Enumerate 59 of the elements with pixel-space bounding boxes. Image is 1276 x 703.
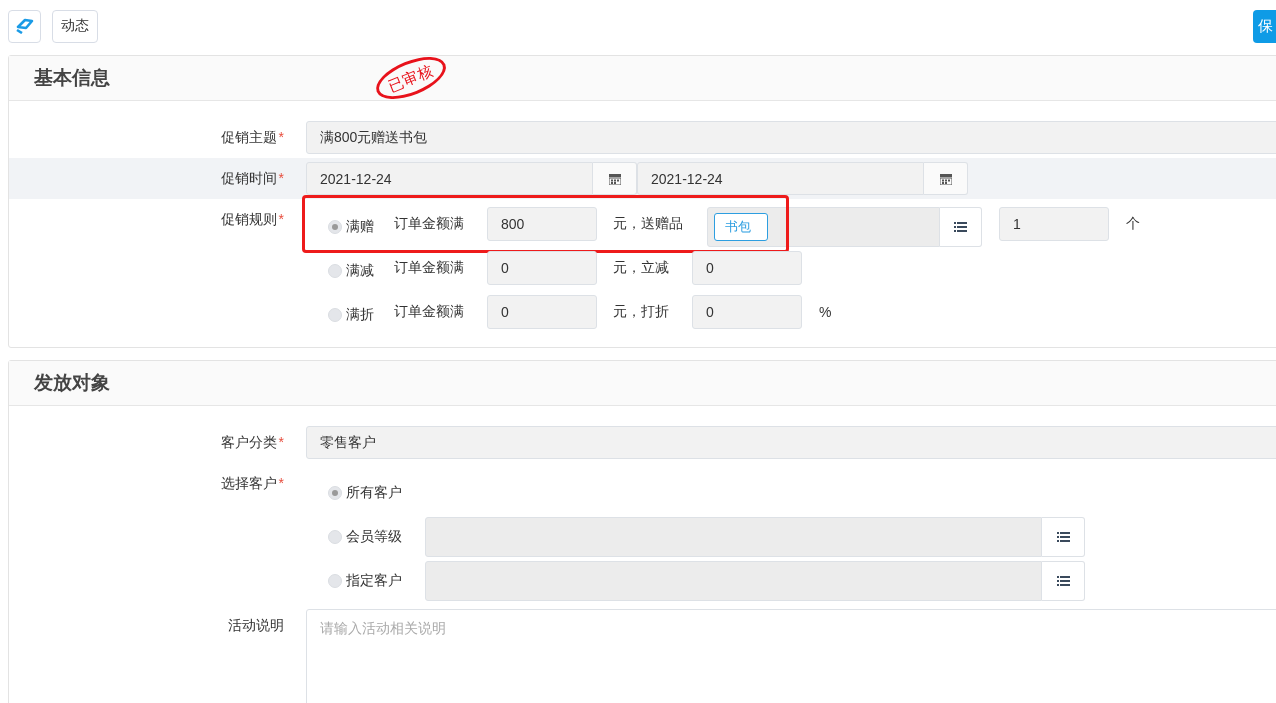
activity-button[interactable]: 动态 <box>52 9 98 43</box>
value-field[interactable]: 0 <box>692 295 802 329</box>
amount-field[interactable]: 0 <box>487 251 597 285</box>
rule-text: 订单金额满 <box>394 303 465 321</box>
list-icon <box>1056 532 1070 542</box>
field-label: 活动说明 <box>228 617 284 633</box>
calendar-button[interactable] <box>593 162 637 195</box>
required-asterisk: * <box>278 211 284 227</box>
unit-text: % <box>819 304 832 320</box>
field-label: 促销规则 <box>220 211 277 227</box>
calendar-icon <box>608 172 621 185</box>
list-button[interactable] <box>1042 517 1085 557</box>
unit-text: 个 <box>1126 215 1140 233</box>
radio-label: 满减 <box>346 262 374 280</box>
radio-label: 满赠 <box>346 218 374 236</box>
radio-label: 会员等级 <box>346 528 402 546</box>
amount-field[interactable]: 800 <box>487 207 597 241</box>
section-title: 基本信息 <box>34 66 110 90</box>
section-title: 发放对象 <box>34 371 110 395</box>
date-field[interactable]: 2021-12-24 <box>637 162 924 195</box>
text-field[interactable]: 满800元赠送书包 <box>306 121 1276 154</box>
radio-label: 满折 <box>346 306 374 324</box>
list-button[interactable] <box>940 207 982 247</box>
field-label: 促销主题 <box>220 129 277 145</box>
field-label: 促销时间 <box>220 170 277 186</box>
value-field[interactable]: 0 <box>692 251 802 285</box>
amount-field[interactable]: 0 <box>487 295 597 329</box>
calendar-button[interactable] <box>924 162 968 195</box>
rule-text: 订单金额满 <box>394 259 465 277</box>
tag-icon <box>14 18 35 34</box>
required-asterisk: * <box>278 475 284 491</box>
rule-text: 元，打折 <box>613 303 670 321</box>
radio-button[interactable] <box>328 574 342 588</box>
quantity-field[interactable]: 1 <box>999 207 1109 241</box>
rule-text: 订单金额满 <box>394 215 465 233</box>
calendar-icon <box>939 172 952 185</box>
picker-field[interactable] <box>425 561 1042 601</box>
radio-button[interactable] <box>328 486 342 500</box>
description-field[interactable]: 请输入活动相关说明 <box>306 609 1276 703</box>
list-icon <box>954 222 967 232</box>
radio-button[interactable] <box>328 530 342 544</box>
required-asterisk: * <box>278 170 284 186</box>
radio-label: 所有客户 <box>346 484 402 502</box>
radio-button[interactable] <box>328 264 342 278</box>
rule-text: 元，立减 <box>613 259 670 277</box>
radio-button[interactable] <box>328 220 342 234</box>
list-button[interactable] <box>1042 561 1085 601</box>
tag-button[interactable] <box>8 9 41 43</box>
text-field[interactable]: 零售客户 <box>306 426 1276 459</box>
rule-text: 元，送赠品 <box>613 215 684 233</box>
required-asterisk: * <box>278 434 284 450</box>
picker-field[interactable] <box>425 517 1042 557</box>
radio-label: 指定客户 <box>346 572 402 590</box>
field-label: 客户分类 <box>220 434 277 450</box>
field-label: 选择客户 <box>220 475 277 491</box>
list-icon <box>1056 576 1070 586</box>
required-asterisk: * <box>278 129 284 145</box>
date-field[interactable]: 2021-12-24 <box>306 162 593 195</box>
radio-button[interactable] <box>328 308 342 322</box>
